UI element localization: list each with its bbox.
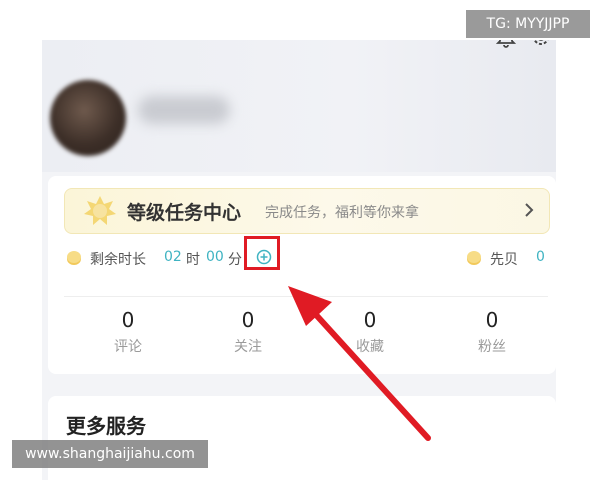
stat-label: 收藏 (356, 339, 384, 355)
top-icons (486, 40, 556, 56)
stat-label: 粉丝 (478, 339, 506, 355)
chevron-right-icon (525, 203, 534, 217)
watermark-bottom: www.shanghaijiahu.com (12, 440, 208, 468)
stat-favorites[interactable]: 0 收藏 (330, 308, 410, 356)
stat-following[interactable]: 0 关注 (208, 308, 288, 356)
coin-icon (67, 251, 81, 265)
gear-icon[interactable] (530, 40, 552, 48)
avatar[interactable] (50, 80, 126, 156)
divider (64, 296, 548, 297)
sun-icon (84, 196, 116, 225)
add-time-highlight-box (244, 236, 280, 270)
more-services-title: 更多服务 (66, 414, 146, 438)
remaining-minutes: 00 (206, 249, 224, 265)
profile-header (42, 40, 556, 172)
stat-value: 0 (241, 308, 255, 332)
banner-title: 等级任务中心 (127, 202, 242, 224)
level-task-banner[interactable]: 等级任务中心 完成任务，福利等你来拿 (64, 188, 550, 234)
stat-label: 评论 (114, 339, 142, 355)
remaining-time-label: 剩余时长 (90, 252, 146, 268)
hours-unit: 时 (186, 252, 200, 268)
profile-screen: 等级任务中心 完成任务，福利等你来拿 剩余时长 02 时 00 分 先贝 0 0… (42, 40, 556, 480)
watermark-top: TG: MYYJJPP (466, 10, 590, 38)
account-card: 等级任务中心 完成任务，福利等你来拿 剩余时长 02 时 00 分 先贝 0 0… (48, 176, 556, 374)
remaining-time-row: 剩余时长 02 时 00 分 先贝 0 (48, 236, 556, 274)
stat-value: 0 (485, 308, 499, 332)
xianbei-value: 0 (536, 249, 545, 265)
remaining-hours: 02 (164, 249, 182, 265)
coin-icon (467, 251, 481, 265)
bell-icon[interactable] (496, 40, 516, 48)
xianbei-label: 先贝 (490, 252, 518, 268)
minutes-unit: 分 (228, 252, 242, 268)
banner-subtitle: 完成任务，福利等你来拿 (265, 205, 419, 221)
stat-label: 关注 (234, 339, 262, 355)
stat-comments[interactable]: 0 评论 (88, 308, 168, 356)
nickname-blurred (138, 96, 230, 124)
stat-value: 0 (363, 308, 377, 332)
stat-fans[interactable]: 0 粉丝 (452, 308, 532, 356)
stat-value: 0 (121, 308, 135, 332)
